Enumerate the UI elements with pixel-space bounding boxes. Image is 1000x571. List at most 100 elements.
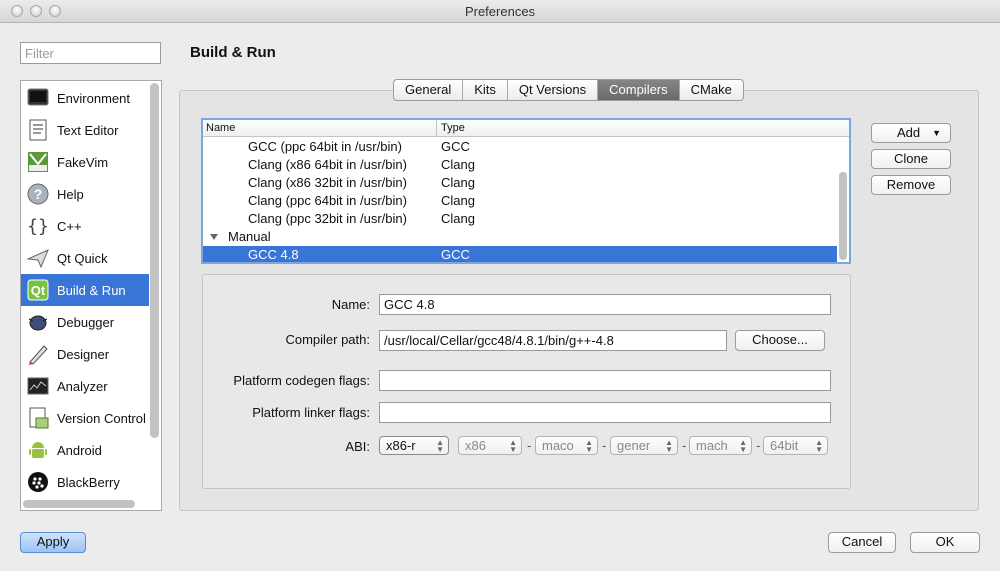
abi-preset-select[interactable]: x86-r ▲ ▼ [379, 436, 449, 455]
monitor-icon [27, 87, 49, 109]
compiler-name: Clang (ppc 64bit in /usr/bin) [248, 193, 407, 208]
group-label: Manual [228, 229, 271, 244]
cpp-braces-icon: {} [27, 215, 49, 237]
list-item[interactable]: Clang (ppc 32bit in /usr/bin) Clang [203, 210, 837, 228]
compiler-type: GCC [441, 139, 470, 154]
compiler-type: Clang [441, 193, 475, 208]
compiler-list[interactable]: Name Type GCC (ppc 64bit in /usr/bin) GC… [201, 118, 851, 264]
filter-input[interactable] [20, 42, 161, 64]
analyzer-icon [27, 375, 49, 397]
compiler-name: GCC 4.8 [248, 247, 299, 262]
paper-plane-icon [27, 247, 49, 269]
android-icon [27, 439, 49, 461]
choose-button[interactable]: Choose... [735, 330, 825, 351]
linker-flags-field[interactable] [379, 402, 831, 423]
abi-width-select[interactable]: 64bit ▲ ▼ [763, 436, 828, 455]
abi-os-select[interactable]: maco ▲ ▼ [535, 436, 598, 455]
minimize-window-button[interactable] [30, 5, 42, 17]
sidebar-item-label: Android [57, 442, 102, 458]
abi-separator: - [682, 438, 687, 453]
sidebar-item-designer[interactable]: Designer [21, 338, 149, 370]
compiler-path-field[interactable]: /usr/local/Cellar/gcc48/4.8.1/bin/g++-4.… [379, 330, 727, 351]
sidebar-item-label: Qt Quick [57, 250, 108, 266]
svg-text:{}: {} [27, 216, 49, 237]
abi-architecture-select[interactable]: x86 ▲ ▼ [458, 436, 522, 455]
sidebar-vertical-scrollbar[interactable] [150, 83, 159, 438]
expand-triangle-icon[interactable] [210, 234, 218, 240]
abi-flavor-value: gener [617, 438, 651, 453]
name-field[interactable]: GCC 4.8 [379, 294, 831, 315]
linker-flags-label: Platform linker flags: [252, 405, 370, 420]
list-item[interactable]: Clang (x86 32bit in /usr/bin) Clang [203, 174, 837, 192]
compiler-path-label: Compiler path: [285, 332, 370, 347]
tab-compilers[interactable]: Compilers [598, 80, 680, 100]
stepper-arrows-icon: ▲ ▼ [815, 438, 823, 454]
sidebar-item-label: Build & Run [57, 282, 126, 298]
column-header-name[interactable]: Name [206, 122, 235, 134]
settings-tabs: General Kits Qt Versions Compilers CMake [393, 79, 744, 101]
list-item-selected[interactable]: GCC 4.8 GCC [203, 246, 837, 262]
sidebar-item-android[interactable]: Android [21, 434, 149, 466]
compiler-type: Clang [441, 211, 475, 226]
abi-width-value: 64bit [770, 438, 799, 453]
sidebar-item-build-and-run[interactable]: Qt Build & Run [21, 274, 149, 306]
sidebar-item-debugger[interactable]: Debugger [21, 306, 149, 338]
sidebar-item-help[interactable]: ? Help [21, 178, 149, 210]
compiler-name: Clang (ppc 32bit in /usr/bin) [248, 211, 407, 226]
clone-button[interactable]: Clone [871, 149, 951, 169]
compiler-type: Clang [441, 175, 475, 190]
tab-kits[interactable]: Kits [463, 80, 508, 100]
window-titlebar: Preferences [0, 0, 1000, 23]
sidebar-item-blackberry[interactable]: BlackBerry [21, 466, 149, 498]
apply-button[interactable]: Apply [20, 532, 86, 553]
ok-button[interactable]: OK [910, 532, 980, 553]
svg-text:Qt: Qt [31, 283, 46, 298]
tab-cmake[interactable]: CMake [680, 80, 743, 100]
abi-separator: - [527, 438, 532, 453]
stepper-arrows-icon: ▲ ▼ [665, 438, 673, 454]
sidebar-item-version-control[interactable]: Version Control [21, 402, 149, 434]
tab-general[interactable]: General [394, 80, 464, 100]
list-item[interactable]: Clang (ppc 64bit in /usr/bin) Clang [203, 192, 837, 210]
compiler-type: GCC [441, 247, 470, 262]
codegen-flags-field[interactable] [379, 370, 831, 391]
sidebar-item-label: FakeVim [57, 154, 109, 170]
column-header-type[interactable]: Type [441, 122, 465, 134]
sidebar-item-qt-quick[interactable]: Qt Quick [21, 242, 149, 274]
compiler-type: Clang [441, 157, 475, 172]
sidebar-item-environment[interactable]: Environment [21, 82, 149, 114]
zoom-window-button[interactable] [49, 5, 61, 17]
list-item[interactable]: GCC (ppc 64bit in /usr/bin) GCC [203, 138, 837, 156]
compiler-list-scrollbar[interactable] [839, 172, 847, 260]
tab-qt-versions[interactable]: Qt Versions [508, 80, 599, 100]
abi-flavor-select[interactable]: gener ▲ ▼ [610, 436, 678, 455]
qt-build-icon: Qt [27, 279, 49, 301]
sidebar-item-fakevim[interactable]: FakeVim [21, 146, 149, 178]
cancel-button[interactable]: Cancel [828, 532, 896, 553]
sidebar-item-text-editor[interactable]: Text Editor [21, 114, 149, 146]
sidebar-item-cpp[interactable]: {} C++ [21, 210, 149, 242]
name-label: Name: [331, 297, 370, 312]
close-window-button[interactable] [11, 5, 23, 17]
add-button-label: Add [897, 125, 921, 140]
page-title: Build & Run [190, 44, 276, 61]
preferences-sidebar: Environment Text Editor FakeVim ? Help {… [20, 80, 162, 511]
abi-separator: - [756, 438, 761, 453]
abi-separator: - [602, 438, 607, 453]
compiler-name: Clang (x86 64bit in /usr/bin) [248, 157, 407, 172]
abi-format-value: mach [696, 438, 728, 453]
sidebar-item-label: BlackBerry [57, 474, 120, 490]
compiler-list-header: Name Type [203, 120, 849, 137]
abi-os-value: maco [542, 438, 574, 453]
list-item[interactable]: Clang (x86 64bit in /usr/bin) Clang [203, 156, 837, 174]
sidebar-item-label: C++ [57, 218, 82, 234]
codegen-flags-label: Platform codegen flags: [233, 373, 370, 388]
tree-group-manual[interactable]: Manual [203, 228, 837, 246]
sidebar-horizontal-scrollbar[interactable] [23, 500, 135, 508]
sidebar-item-analyzer[interactable]: Analyzer [21, 370, 149, 402]
designer-icon [27, 343, 49, 365]
remove-button[interactable]: Remove [871, 175, 951, 195]
add-button[interactable]: Add ▼ [871, 123, 951, 143]
bug-icon [27, 311, 49, 333]
abi-format-select[interactable]: mach ▲ ▼ [689, 436, 752, 455]
